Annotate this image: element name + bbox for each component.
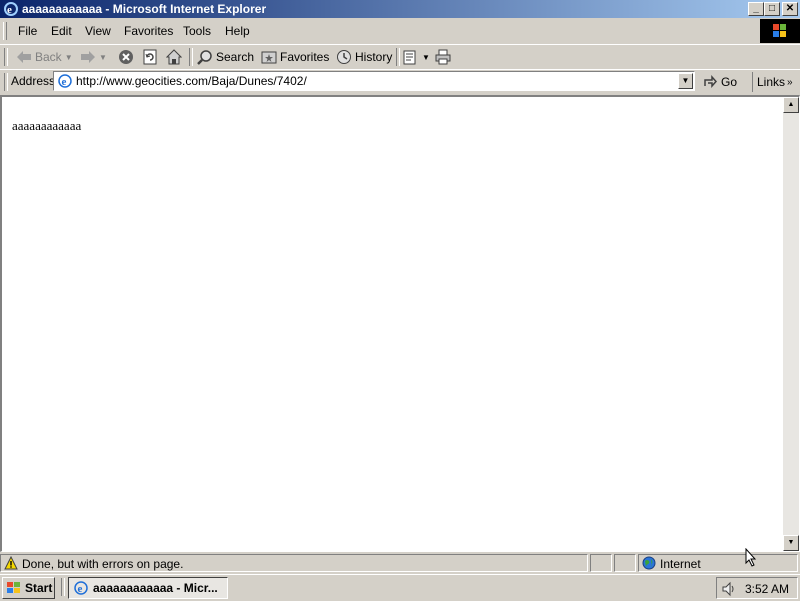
standard-toolbar: Back ▼ ▼ Search Favorites History ▼ (0, 44, 800, 70)
page-icon: e (57, 73, 73, 89)
favorites-label: Favorites (280, 50, 330, 64)
menu-help-label: Help (225, 24, 250, 38)
status-bar: Done, but with errors on page. Internet (0, 553, 800, 573)
status-message: Done, but with errors on page. (22, 557, 184, 571)
mouse-cursor-icon (745, 548, 757, 567)
ie-icon: e (73, 580, 89, 596)
page-content[interactable]: aaaaaaaaaaaa ▲ ▼ (0, 95, 800, 552)
svg-text:e: e (7, 4, 12, 16)
address-grip[interactable] (4, 73, 8, 91)
zone-label: Internet (660, 557, 701, 571)
menu-grip[interactable] (3, 22, 7, 40)
svg-text:e: e (62, 76, 67, 88)
title-bar[interactable]: e aaaaaaaaaaaa - Microsoft Internet Expl… (0, 0, 800, 18)
address-url: http://www.geocities.com/Baja/Dunes/7402… (76, 74, 307, 88)
start-button[interactable]: Start (2, 577, 55, 599)
menu-tools-label: Tools (183, 24, 212, 38)
clock[interactable]: 3:52 AM (745, 582, 789, 596)
favorites-button[interactable]: Favorites (261, 47, 329, 67)
taskbar: Start e aaaaaaaaaaaa - Micr... 3:52 AM (0, 574, 800, 601)
security-zone-panel: Internet (638, 554, 798, 572)
status-panel-empty (590, 554, 612, 572)
back-label: Back (35, 50, 62, 64)
svg-text:e: e (78, 583, 83, 595)
search-icon (197, 49, 213, 65)
go-label: Go (721, 75, 738, 89)
globe-icon (642, 556, 656, 570)
go-arrow-icon (703, 75, 717, 89)
forward-button[interactable]: ▼ (80, 47, 107, 67)
stop-icon (118, 49, 134, 65)
chevron-down-icon: ▼ (64, 52, 73, 62)
favorites-icon (261, 49, 277, 65)
home-button[interactable] (166, 47, 182, 67)
chevron-down-icon: ▼ (681, 76, 690, 85)
menu-tools[interactable]: Tools (183, 24, 211, 38)
scroll-down-button[interactable]: ▼ (783, 535, 799, 551)
address-input[interactable]: e http://www.geocities.com/Baja/Dunes/74… (53, 71, 695, 91)
system-tray: 3:52 AM (716, 577, 798, 599)
menu-bar: File Edit View Favorites Tools Help (0, 19, 800, 43)
menu-help[interactable]: Help (225, 24, 250, 38)
task-label: aaaaaaaaaaaa - Micr... (93, 581, 218, 595)
search-label: Search (216, 50, 255, 64)
home-icon (166, 49, 182, 65)
window-title: aaaaaaaaaaaa - Microsoft Internet Explor… (22, 2, 267, 16)
menu-view-label: View (85, 24, 111, 38)
menu-view[interactable]: View (85, 24, 111, 38)
arrow-up-icon: ▲ (787, 101, 795, 108)
refresh-button[interactable] (142, 47, 158, 67)
edit-button[interactable]: ▼ (403, 47, 430, 67)
address-dropdown-button[interactable]: ▼ (678, 73, 693, 89)
chevron-down-icon: ▼ (99, 52, 107, 62)
printer-icon (435, 49, 451, 65)
edit-page-icon (403, 49, 419, 65)
address-label: Address (11, 74, 56, 88)
taskbar-separator (61, 578, 65, 596)
links-button[interactable]: Links » (752, 72, 793, 92)
scroll-up-button[interactable]: ▲ (783, 97, 799, 113)
minimize-button[interactable]: _ (748, 2, 764, 16)
windows-logo (760, 19, 800, 43)
print-button[interactable] (435, 47, 451, 67)
start-label: Start (25, 581, 53, 595)
toolbar-grip[interactable] (4, 48, 8, 66)
go-button[interactable]: Go (703, 72, 737, 92)
ie-icon[interactable]: e (3, 1, 19, 17)
address-bar: Address e http://www.geocities.com/Baja/… (0, 69, 800, 94)
history-button[interactable]: History (336, 47, 392, 67)
taskbar-ie-window[interactable]: e aaaaaaaaaaaa - Micr... (68, 577, 228, 599)
links-label: Links (757, 75, 786, 89)
back-button[interactable]: Back ▼ (16, 47, 73, 67)
toolbar-separator (189, 48, 193, 66)
stop-button[interactable] (118, 47, 134, 67)
menu-file[interactable]: File (18, 24, 37, 38)
menu-edit[interactable]: Edit (51, 24, 72, 38)
close-button[interactable]: ✕ (782, 2, 798, 16)
windows-flag-icon (6, 581, 22, 595)
back-arrow-icon (16, 50, 32, 64)
status-message-panel: Done, but with errors on page. (0, 554, 588, 572)
chevron-right-icon: » (787, 76, 793, 88)
menu-favorites[interactable]: Favorites (124, 24, 173, 38)
search-button[interactable]: Search (197, 47, 254, 67)
forward-arrow-icon (80, 50, 96, 64)
restore-button[interactable]: □ (764, 2, 780, 16)
menu-favorites-label: Favorites (124, 24, 174, 38)
refresh-icon (142, 49, 158, 65)
history-label: History (355, 50, 393, 64)
toolbar-separator (396, 48, 400, 66)
menu-edit-label: Edit (51, 24, 72, 38)
arrow-down-icon: ▼ (787, 539, 795, 546)
warning-icon[interactable] (4, 556, 18, 570)
chevron-down-icon: ▼ (422, 52, 430, 62)
history-icon (336, 49, 352, 65)
vertical-scrollbar[interactable]: ▲ ▼ (783, 97, 799, 551)
page-text: aaaaaaaaaaaa (12, 118, 82, 133)
menu-file-label: File (18, 24, 38, 38)
speaker-icon[interactable] (721, 581, 737, 597)
status-panel-empty (614, 554, 636, 572)
